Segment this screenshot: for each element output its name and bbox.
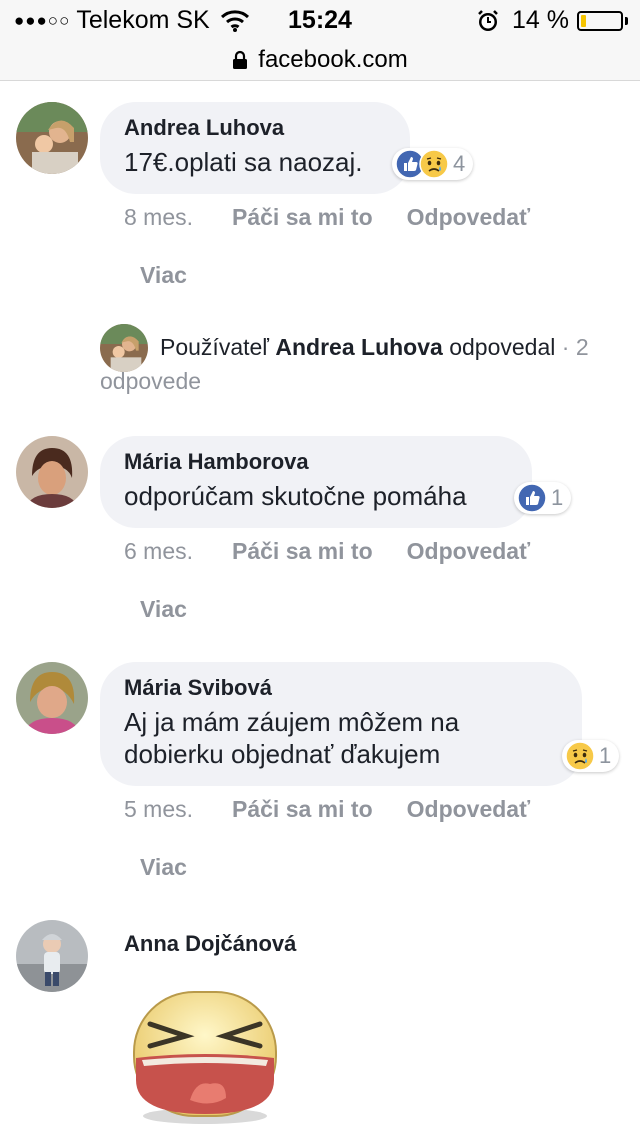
comment-timestamp[interactable]: 5 mes. — [124, 796, 232, 823]
like-button[interactable]: Páči sa mi to — [232, 796, 373, 823]
more-button[interactable]: Viac — [140, 262, 187, 289]
comment-timestamp[interactable]: 6 mes. — [124, 538, 232, 565]
reaction-count: 1 — [551, 485, 564, 510]
avatar-photo — [16, 102, 88, 174]
comment-author[interactable]: Mária Hamborova — [124, 448, 508, 476]
comment-actions: 5 mes. Páči sa mi to Odpovedať — [124, 796, 564, 823]
more-button[interactable]: Viac — [140, 854, 187, 881]
reactions-summary[interactable]: 1 — [562, 740, 620, 772]
more-button[interactable]: Viac — [140, 596, 187, 623]
url-text[interactable]: facebook.com — [258, 46, 407, 74]
comment-bubble[interactable]: Mária Hamborova odporúčam skutočne pomáh… — [100, 436, 532, 528]
status-right: 14 % — [476, 6, 628, 35]
lock-icon — [233, 50, 248, 69]
avatar-photo — [16, 662, 88, 734]
like-button[interactable]: Páči sa mi to — [232, 538, 373, 565]
reaction-count: 1 — [599, 743, 612, 768]
avatar[interactable] — [16, 436, 88, 508]
replies-author: Andrea Luhova — [275, 334, 443, 360]
battery-level — [581, 14, 586, 27]
comment-text: odporúčam skutočne pomáha — [124, 481, 467, 511]
view-replies-link[interactable]: Používateľ Andrea Luhova odpovedal · 2 o… — [100, 330, 630, 398]
comment-timestamp[interactable]: 8 mes. — [124, 204, 232, 231]
comment-text-line: Aj ja mám záujem môžem na — [124, 707, 460, 737]
replies-separator: · — [555, 334, 576, 360]
alarm-icon — [478, 9, 498, 31]
replies-prefix: Používateľ — [160, 334, 276, 360]
reactions-summary[interactable]: 4 — [392, 148, 474, 180]
comment-bubble[interactable]: Andrea Luhova 17€.oplati sa naozaj. — [100, 102, 410, 194]
comment-actions: 6 mes. Páči sa mi to Odpovedať — [124, 538, 564, 565]
comment-text: 17€.oplati sa naozaj. — [124, 147, 363, 177]
reply-button[interactable]: Odpovedať — [407, 538, 530, 565]
comment-author[interactable]: Anna Dojčánová — [124, 930, 296, 958]
address-bar[interactable]: facebook.com — [0, 40, 640, 81]
sad-icon — [565, 741, 595, 771]
like-icon — [517, 483, 547, 513]
reactions-summary[interactable]: 1 — [514, 482, 572, 514]
avatar-photo — [16, 920, 88, 992]
reply-button[interactable]: Odpovedať — [407, 796, 530, 823]
comment-author[interactable]: Andrea Luhova — [124, 114, 386, 142]
comment-actions: 8 mes. Páči sa mi to Odpovedať — [124, 204, 564, 231]
comment-text-line: dobierku objednať ďakujem — [124, 739, 441, 769]
reply-button[interactable]: Odpovedať — [407, 204, 530, 231]
reaction-count: 4 — [453, 151, 466, 176]
avatar-photo — [16, 436, 88, 508]
avatar[interactable] — [16, 102, 88, 174]
battery-tip — [625, 16, 628, 25]
replies-verb: odpovedal — [442, 334, 556, 360]
status-bar: ●●●○○ Telekom SK 15:24 14 % — [0, 0, 640, 40]
like-button[interactable]: Páči sa mi to — [232, 204, 373, 231]
avatar[interactable] — [16, 662, 88, 734]
battery-percent: 14 % — [512, 6, 569, 34]
avatar[interactable] — [16, 920, 88, 992]
comment-author[interactable]: Mária Svibová — [124, 674, 558, 702]
laughing-sticker — [133, 991, 277, 1124]
comment-bubble[interactable]: Mária Svibová Aj ja mám záujem môžem na … — [100, 662, 582, 786]
battery-icon — [577, 10, 623, 31]
sad-icon — [419, 149, 449, 179]
